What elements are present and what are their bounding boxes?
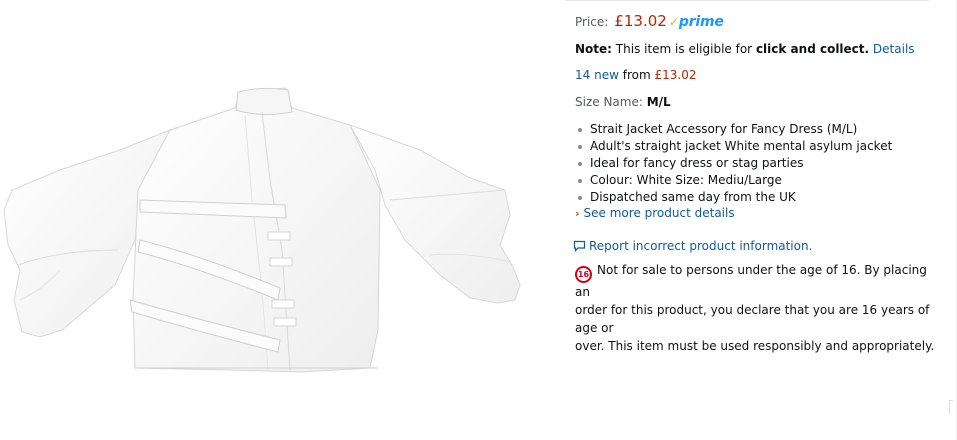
size-value: M/L — [646, 95, 671, 109]
note-text: This item is eligible for — [615, 42, 753, 56]
age-restriction-notice: 16 Not for sale to persons under the age … — [575, 261, 935, 355]
note-highlight: click and collect. — [755, 42, 870, 56]
age-restriction-text-3: over. This item must be used responsibly… — [575, 339, 935, 353]
offers-from-price: £13.02 — [654, 68, 697, 82]
report-incorrect-info[interactable]: Report incorrect product information. — [573, 239, 812, 253]
age-restriction-text-1: Not for sale to persons under the age of… — [575, 263, 927, 299]
age-16-badge-icon: 16 — [575, 266, 592, 283]
size-label: Size Name: — [575, 95, 643, 109]
product-image[interactable] — [0, 0, 545, 440]
new-offers-link[interactable]: 14 new — [575, 68, 619, 82]
see-more-details[interactable]: › See more product details — [575, 206, 735, 220]
product-image-pane[interactable] — [0, 0, 545, 440]
prime-label: prime — [678, 14, 724, 30]
feature-bullet: Colour: White Size: Mediu/Large — [575, 172, 892, 189]
top-divider — [566, 0, 929, 1]
size-row: Size Name: M/L — [575, 95, 671, 109]
age-restriction-text-2: order for this product, you declare that… — [575, 303, 930, 335]
report-link[interactable]: Report incorrect product information. — [589, 239, 812, 253]
chevron-right-icon: › — [575, 206, 580, 220]
prime-check-icon: ✓ — [668, 15, 679, 29]
see-more-link[interactable]: See more product details — [584, 206, 735, 220]
price-label: Price: — [575, 15, 609, 29]
feature-bullets: Strait Jacket Accessory for Fancy Dress … — [575, 121, 892, 206]
offers-row: 14 new from £13.02 — [575, 68, 696, 82]
price-row: Price: £13.02 ✓ prime — [575, 12, 724, 30]
price-value: £13.02 — [614, 12, 667, 30]
feature-bullet: Dispatched same day from the UK — [575, 189, 892, 206]
offers-from-text: from — [622, 68, 651, 82]
feature-bullet: Adult's straight jacket White mental asy… — [575, 138, 892, 155]
report-speech-bubble-icon — [573, 240, 586, 252]
prime-badge[interactable]: ✓ prime — [669, 14, 724, 30]
corner-mark — [949, 400, 953, 414]
details-link[interactable]: Details — [873, 42, 915, 56]
note-label: Note: — [575, 42, 612, 56]
click-and-collect-note: Note: This item is eligible for click an… — [575, 42, 915, 56]
feature-bullet: Ideal for fancy dress or stag parties — [575, 155, 892, 172]
feature-bullet: Strait Jacket Accessory for Fancy Dress … — [575, 121, 892, 138]
